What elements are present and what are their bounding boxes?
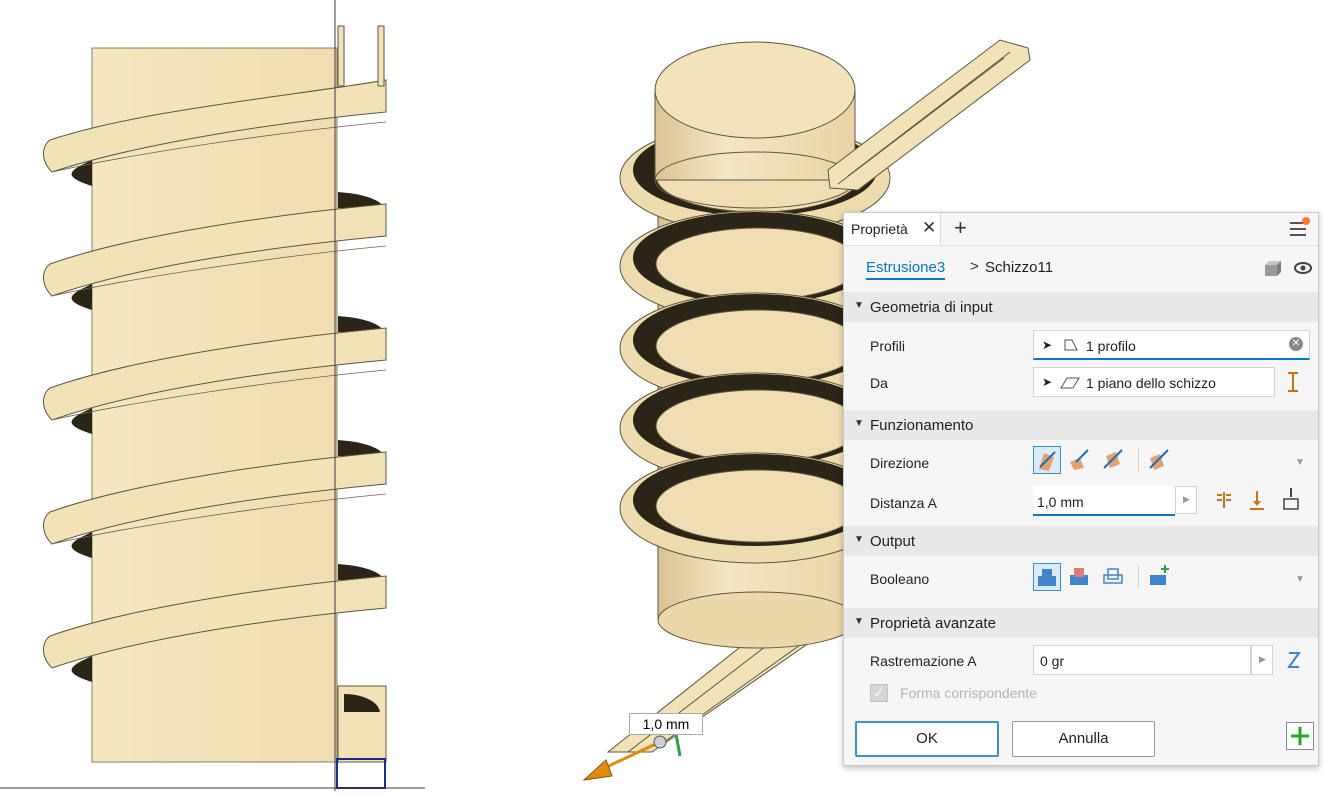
chevron-right-icon: ▶ [1259, 654, 1266, 664]
section-output[interactable]: ▼ Output [844, 526, 1318, 556]
distance-value: 1,0 mm [1037, 494, 1084, 510]
section-operation[interactable]: ▼ Funzionamento [844, 410, 1318, 440]
to-extent-icon[interactable] [1248, 489, 1266, 511]
add-button[interactable] [1286, 722, 1314, 750]
collapse-triangle-icon: ▼ [854, 616, 864, 627]
eye-icon[interactable] [1294, 261, 1312, 275]
cube-icon[interactable] [1264, 261, 1282, 277]
profile-icon [1064, 339, 1078, 351]
notification-dot [1302, 217, 1310, 225]
taper-value: 0 gr [1040, 653, 1065, 669]
chevron-right-icon: ▶ [1183, 494, 1190, 504]
direction-flipped-icon [1070, 449, 1089, 470]
section-title: Proprietà avanzate [870, 615, 996, 632]
ok-button[interactable]: OK [855, 721, 999, 757]
chevron-down-icon[interactable]: ▼ [1295, 457, 1305, 468]
sketch-plane-icon [1060, 377, 1080, 389]
direction-flipped-button[interactable] [1066, 446, 1094, 474]
collapse-triangle-icon: ▼ [854, 418, 864, 429]
cancel-button[interactable]: Annulla [1012, 721, 1155, 757]
direction-label: Direzione [870, 455, 930, 471]
direction-symmetric-icon [1103, 449, 1123, 469]
clear-selection-icon[interactable]: ✕ [1289, 337, 1303, 351]
section-title: Funzionamento [870, 417, 974, 434]
plus-icon [1291, 727, 1309, 745]
tab-properties-label: Proprietà [851, 221, 908, 237]
direction-default-icon [1039, 451, 1056, 471]
breadcrumb-parent-link[interactable]: Estrusione3 [866, 259, 946, 280]
profiles-label: Profili [870, 338, 906, 354]
direction-asymmetric-button[interactable] [1146, 446, 1174, 474]
panel-tab-bar: Proprietà ✕ + [844, 213, 1318, 246]
dimension-label[interactable]: 1,0 mm [629, 713, 703, 735]
boolean-label: Booleano [870, 571, 930, 587]
breadcrumb-current: Schizzo11 [985, 259, 1054, 276]
cut-icon [1070, 568, 1088, 585]
select-arrow-icon: ➤ [1042, 375, 1053, 389]
tab-properties[interactable]: Proprietà ✕ [844, 213, 941, 245]
taper-label: Rastremazione A [870, 653, 977, 669]
direction-asymmetric-icon [1149, 449, 1169, 470]
boolean-join-button[interactable] [1033, 563, 1061, 591]
breadcrumb: Estrusione3 > Schizzo11 [844, 246, 1318, 288]
direction-symmetric-button[interactable] [1100, 446, 1128, 474]
join-icon [1038, 569, 1056, 586]
select-arrow-icon: ➤ [1042, 338, 1053, 352]
distance-label: Distanza A [870, 495, 937, 511]
from-value: 1 piano dello schizzo [1086, 375, 1216, 391]
menu-icon[interactable] [1290, 217, 1310, 236]
collapse-triangle-icon: ▼ [854, 300, 864, 311]
section-title: Output [870, 533, 916, 550]
properties-panel: Proprietà ✕ + Estrusione3 > Schizzo11 ▼ … [843, 212, 1319, 766]
taper-flyout-button[interactable]: ▶ [1251, 645, 1273, 675]
from-selector[interactable]: ➤ 1 piano dello schizzo [1033, 367, 1275, 397]
direction-default-button[interactable] [1033, 446, 1061, 474]
taper-input[interactable]: 0 gr [1033, 645, 1251, 675]
side-view-model [0, 0, 425, 791]
match-shape-label: Forma corrispondente [900, 685, 1037, 701]
from-label: Da [870, 375, 888, 391]
match-shape-checkbox[interactable]: ✓ [870, 684, 888, 702]
section-title: Geometria di input [870, 299, 993, 316]
intersect-icon [1103, 568, 1123, 584]
separator [1138, 449, 1139, 471]
section-input-geometry[interactable]: ▼ Geometria di input [844, 292, 1318, 322]
distance-input[interactable]: 1,0 mm [1033, 486, 1175, 516]
distance-flyout-button[interactable]: ▶ [1175, 486, 1197, 514]
flip-direction-icon[interactable] [1285, 371, 1301, 393]
section-advanced[interactable]: ▼ Proprietà avanzate [844, 608, 1318, 638]
close-icon[interactable]: ✕ [922, 218, 936, 238]
add-tab-icon[interactable]: + [954, 215, 967, 241]
profiles-value: 1 profilo [1086, 338, 1136, 354]
chevron-down-icon[interactable]: ▼ [1295, 574, 1305, 585]
boolean-cut-button[interactable] [1066, 563, 1094, 591]
boolean-new-solid-button[interactable] [1146, 563, 1174, 591]
boolean-intersect-button[interactable] [1100, 563, 1128, 591]
to-object-icon[interactable] [1282, 487, 1300, 511]
flip-taper-icon[interactable] [1285, 649, 1303, 671]
profiles-selector[interactable]: ➤ 1 profilo ✕ [1033, 330, 1310, 360]
new-solid-icon [1150, 565, 1169, 585]
separator [1138, 566, 1139, 588]
distance-extent-icon[interactable] [1215, 490, 1233, 510]
breadcrumb-separator: > [970, 258, 979, 275]
collapse-triangle-icon: ▼ [854, 534, 864, 545]
